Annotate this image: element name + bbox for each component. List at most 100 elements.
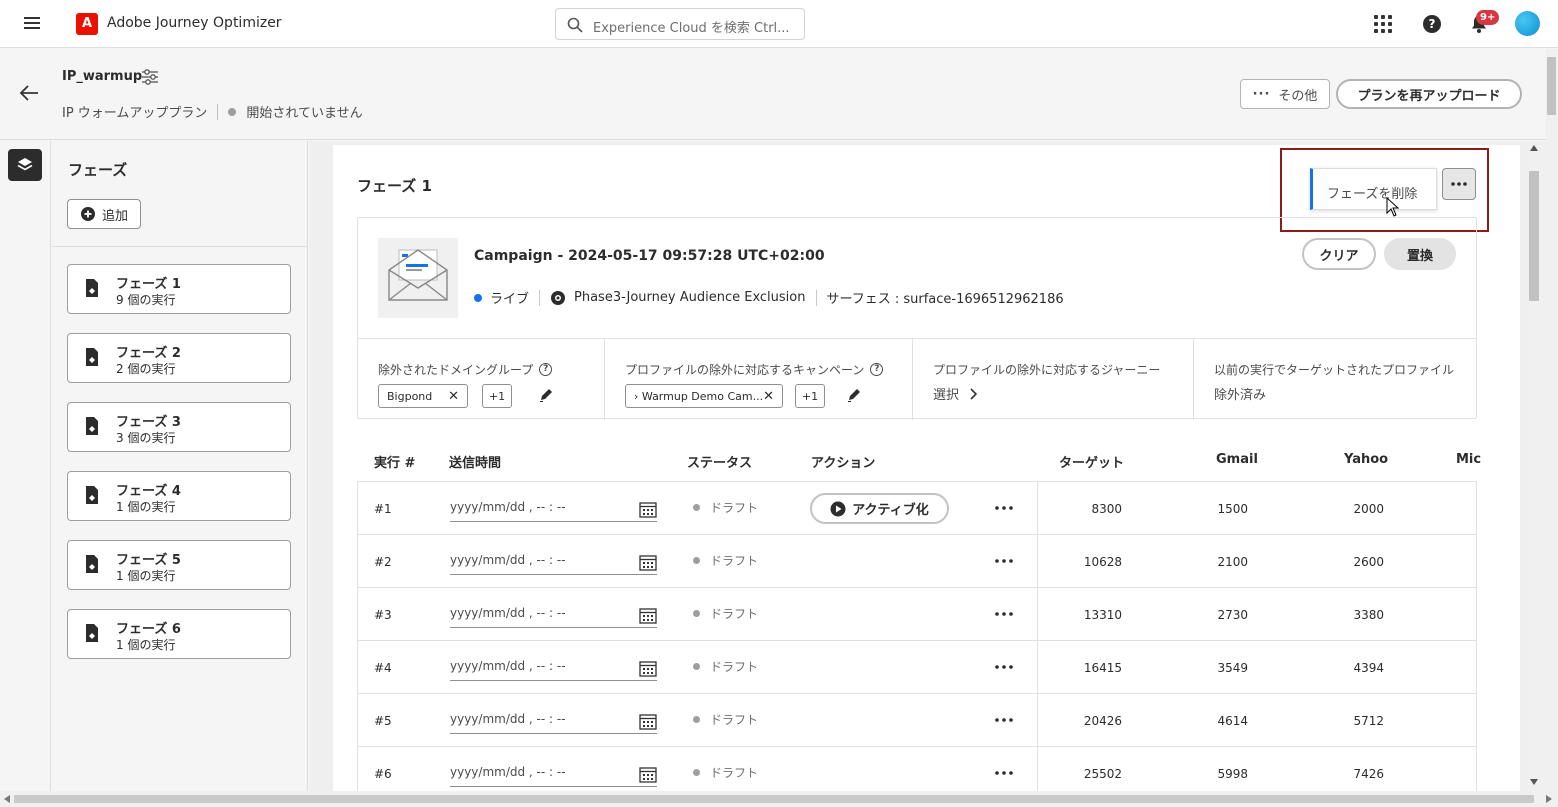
calendar-icon[interactable] <box>639 660 657 677</box>
row-more-icon[interactable] <box>994 504 1014 512</box>
divider <box>1037 747 1038 791</box>
layers-button[interactable] <box>8 149 42 181</box>
phase-item-5[interactable]: フェーズ 5 1 個の実行 <box>67 540 291 590</box>
journey-icon <box>551 290 566 305</box>
search-placeholder: Experience Cloud を検索 Ctrl... <box>593 21 790 36</box>
activate-button[interactable]: アクティブ化 <box>810 493 949 524</box>
send-time-input[interactable]: yyyy/mm/dd , -- : -- <box>450 708 657 734</box>
status-dot <box>693 504 700 511</box>
calendar-icon[interactable] <box>639 607 657 624</box>
more-button[interactable]: ··· その他 <box>1240 79 1330 109</box>
replace-button[interactable]: 置換 <box>1384 238 1456 270</box>
divider <box>52 246 307 247</box>
page-vertical-scrollbar[interactable] <box>1546 49 1558 791</box>
reupload-plan-button[interactable]: プランを再アップロード <box>1336 79 1522 109</box>
help-icon[interactable]: ? <box>1420 12 1444 36</box>
select-journey-link[interactable]: 選択 <box>933 384 978 403</box>
col-yahoo: Yahoo <box>1344 452 1389 467</box>
phase-item-1[interactable]: フェーズ 1 9 個の実行 <box>67 264 291 314</box>
back-arrow-icon[interactable] <box>18 82 40 104</box>
email-envelope-icon <box>388 249 448 301</box>
add-phase-button[interactable]: 追加 <box>67 199 141 229</box>
domain-group-tag[interactable]: Bigpond ✕ <box>378 384 468 408</box>
send-time-input[interactable]: yyyy/mm/dd , -- : -- <box>450 602 657 628</box>
mouse-cursor-icon <box>1386 197 1400 217</box>
scroll-up-icon[interactable] <box>1530 145 1538 151</box>
edit-pencil-icon[interactable] <box>846 387 862 403</box>
avatar[interactable] <box>1515 11 1540 36</box>
scrollbar-thumb[interactable] <box>1529 171 1539 301</box>
help-icon[interactable]: ? <box>539 363 553 376</box>
adobe-logo[interactable]: A <box>76 13 98 35</box>
phase-more-button[interactable] <box>1442 168 1476 200</box>
app-title[interactable]: Adobe Journey Optimizer <box>107 15 282 31</box>
row-more-icon[interactable] <box>994 557 1014 565</box>
row-more-icon[interactable] <box>994 663 1014 671</box>
clear-button[interactable]: クリア <box>1302 238 1376 270</box>
phase-item-2[interactable]: フェーズ 2 2 個の実行 <box>67 333 291 383</box>
col-send-time: 送信時間 <box>449 456 502 471</box>
calendar-icon[interactable] <box>639 554 657 571</box>
row-more-icon[interactable] <box>994 769 1014 777</box>
edit-pencil-icon[interactable] <box>538 387 554 403</box>
tag-label: › Warmup Demo Cam... <box>634 389 764 403</box>
calendar-icon[interactable] <box>639 713 657 730</box>
campaign-journey: Phase3-Journey Audience Exclusion <box>574 290 806 305</box>
delete-phase-menu-item[interactable]: フェーズを削除 <box>1310 168 1437 210</box>
status-text: ドラフト <box>710 713 759 727</box>
table-row: #3 yyyy/mm/dd , -- : -- ドラフト 13310 2730 … <box>358 588 1476 641</box>
divider <box>1037 535 1038 588</box>
more-domain-groups-tag[interactable]: +1 <box>482 384 512 408</box>
send-time-input[interactable]: yyyy/mm/dd , -- : -- <box>450 761 657 787</box>
campaign-status: ライブ <box>490 292 530 307</box>
add-circle-icon <box>80 207 95 221</box>
col-action: アクション <box>811 456 876 471</box>
phases-title: フェーズ <box>68 161 128 179</box>
target-value: 25502 <box>1083 767 1122 781</box>
layers-icon <box>17 158 33 171</box>
phase-name: フェーズ 1 <box>116 277 181 292</box>
tag-label: Bigpond <box>387 389 433 403</box>
campaign-title[interactable]: Campaign - 2024-05-17 09:57:28 UTC+02:00 <box>474 248 825 264</box>
email-thumbnail <box>378 238 458 318</box>
status-text: ドラフト <box>710 766 759 780</box>
send-time-input[interactable]: yyyy/mm/dd , -- : -- <box>450 549 657 575</box>
status-text: ドラフト <box>710 660 759 674</box>
run-number: #1 <box>374 502 392 516</box>
add-label: 追加 <box>101 208 128 224</box>
col-microsoft: Mic <box>1456 452 1482 467</box>
scrollbar-thumb[interactable] <box>1547 57 1556 115</box>
campaign-tag[interactable]: › Warmup Demo Cam... ✕ <box>625 384 783 408</box>
calendar-icon[interactable] <box>639 501 657 518</box>
row-more-icon[interactable] <box>994 716 1014 724</box>
scroll-down-icon[interactable] <box>1530 779 1538 785</box>
activate-label: アクティブ化 <box>852 503 929 518</box>
horizontal-scrollbar[interactable] <box>0 791 1558 807</box>
phase-item-4[interactable]: フェーズ 4 1 個の実行 <box>67 471 291 521</box>
more-label: その他 <box>1278 88 1318 104</box>
calendar-icon[interactable] <box>639 766 657 783</box>
target-value: 13310 <box>1083 608 1122 622</box>
main-vertical-scrollbar[interactable] <box>1526 141 1543 791</box>
row-more-icon[interactable] <box>994 610 1014 618</box>
search-input[interactable]: Experience Cloud を検索 Ctrl... <box>555 8 805 40</box>
settings-sliders-icon[interactable] <box>140 68 160 86</box>
help-icon[interactable]: ? <box>870 363 884 376</box>
run-number: #6 <box>374 767 392 781</box>
scroll-left-icon[interactable] <box>4 795 10 803</box>
phase-run-count: 1 個の実行 <box>116 500 176 514</box>
phase-item-3[interactable]: フェーズ 3 3 個の実行 <box>67 402 291 452</box>
menu-icon[interactable] <box>22 14 42 34</box>
scrollbar-thumb[interactable] <box>14 795 1534 803</box>
send-time-input[interactable]: yyyy/mm/dd , -- : -- <box>450 655 657 681</box>
main-area: フェーズ 1 フェーズを削除 Campaign - 2024-05-17 09:… <box>309 141 1546 791</box>
apps-grid-icon[interactable] <box>1371 12 1395 36</box>
yahoo-value: 7426 <box>1353 767 1384 781</box>
phase-item-6[interactable]: フェーズ 6 1 個の実行 <box>67 609 291 659</box>
status-cell: ドラフト <box>693 605 758 622</box>
more-campaigns-tag[interactable]: +1 <box>795 384 825 408</box>
remove-tag-icon[interactable]: ✕ <box>763 389 774 404</box>
send-time-input[interactable]: yyyy/mm/dd , -- : -- <box>450 496 657 522</box>
scroll-right-icon[interactable] <box>1546 795 1552 803</box>
remove-tag-icon[interactable]: ✕ <box>448 389 459 404</box>
